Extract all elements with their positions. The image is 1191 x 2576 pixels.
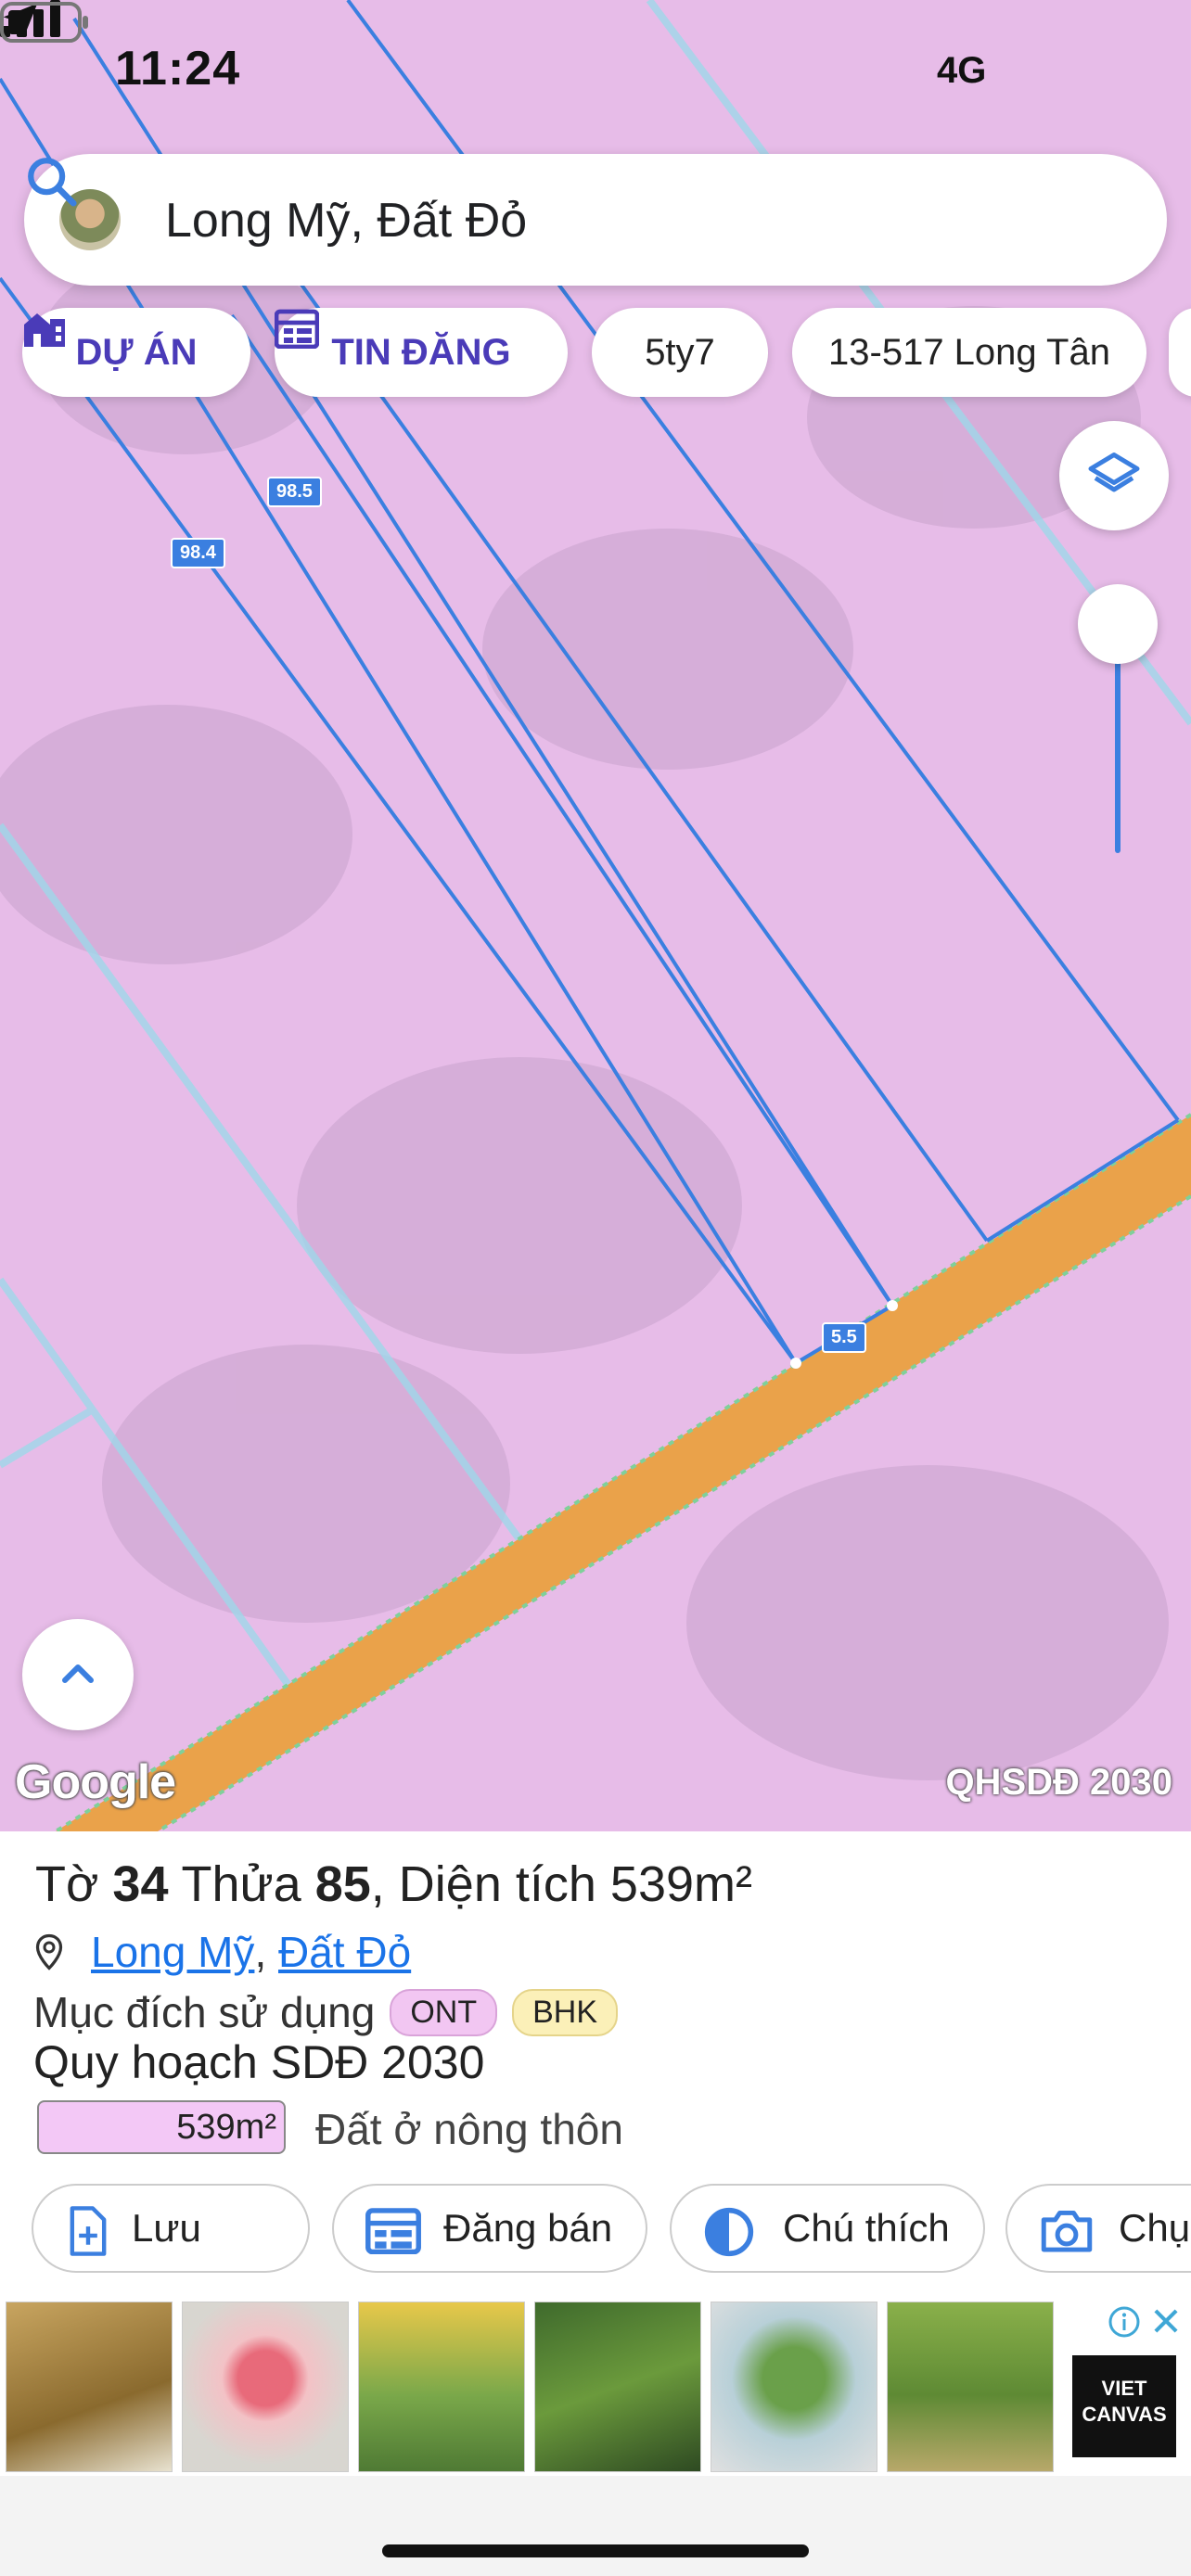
ad-painting-thumbnail[interactable]	[711, 2302, 877, 2472]
chip-du-an[interactable]: DỰ ÁN	[22, 308, 250, 397]
camera-icon	[1041, 2210, 1093, 2252]
ad-banner[interactable]: VIET CANVAS	[0, 2300, 1191, 2476]
ad-brand-logo[interactable]: VIET CANVAS	[1072, 2355, 1176, 2457]
ad-painting-thumbnail[interactable]	[6, 2302, 173, 2472]
map-view[interactable]: 98.5 98.4 5.5 11:24 4G Long Mỹ, Đất Đỏ D…	[0, 0, 1191, 1831]
capture-button[interactable]: Chụp	[1005, 2184, 1191, 2273]
expand-panel-button[interactable]	[22, 1619, 134, 1730]
plot-number: 85	[314, 1856, 371, 1912]
land-use-tag: BHK	[512, 1988, 619, 2036]
land-use-tag: ONT	[390, 1988, 498, 2036]
edge-length-label: 5.5	[822, 1322, 866, 1353]
bottom-safe-area	[0, 2476, 1191, 2576]
layers-icon	[1088, 453, 1140, 492]
layers-button[interactable]	[1059, 421, 1169, 530]
sheet-number: 34	[112, 1856, 169, 1912]
parcel-info-panel: Tờ 34 Thửa 85, Diện tích 539m² Long Mỹ, …	[0, 1831, 1191, 2300]
ad-close-icon[interactable]	[1148, 2303, 1184, 2339]
battery-icon	[0, 2, 88, 43]
chip-more[interactable]	[1169, 308, 1191, 397]
location-commune-link[interactable]: Long Mỹ	[91, 1927, 254, 1977]
network-type: 4G	[937, 50, 987, 91]
map-layer-label: QHSDĐ 2030	[945, 1762, 1172, 1803]
google-watermark: Google	[15, 1755, 176, 1809]
legend-button[interactable]: Chú thích	[670, 2184, 985, 2273]
ad-info-icon[interactable]	[1108, 2305, 1141, 2339]
status-bar: 11:24 4G	[0, 0, 1191, 139]
planning-title: Quy hoạch SDĐ 2030	[33, 2036, 485, 2088]
action-label: Chụp	[1119, 2206, 1191, 2250]
edge-length-label: 98.4	[171, 538, 225, 568]
chip-saved-search[interactable]: 13-517 Long Tân	[792, 308, 1146, 397]
search-input[interactable]: Long Mỹ, Đất Đỏ	[165, 193, 527, 249]
chevron-up-icon	[62, 1664, 94, 1683]
chip-label: 13-517 Long Tân	[828, 331, 1110, 373]
status-time: 11:24	[115, 42, 241, 96]
ad-painting-thumbnail[interactable]	[182, 2302, 349, 2472]
parcel-title: Tờ 34 Thửa 85, Diện tích 539m²	[35, 1856, 752, 1912]
home-indicator[interactable]	[382, 2544, 809, 2557]
opacity-slider-handle[interactable]	[1078, 584, 1158, 664]
chip-label: TIN ĐĂNG	[331, 331, 511, 373]
action-label: Lưu	[132, 2206, 201, 2250]
post-for-sale-button[interactable]: Đăng bán	[332, 2184, 647, 2273]
planning-area-swatch: 539m²	[37, 2100, 286, 2154]
building-icon	[24, 313, 65, 347]
parcel-location: Long Mỹ, Đất Đỏ	[35, 1924, 411, 1980]
ad-painting-thumbnail[interactable]	[358, 2302, 525, 2472]
map-pin-icon	[35, 1933, 63, 1970]
chip-label: DỰ ÁN	[75, 331, 198, 373]
planning-area-description: Đất ở nông thôn	[315, 2105, 623, 2153]
search-icon[interactable]	[24, 154, 78, 208]
post-icon	[365, 2208, 421, 2254]
listing-icon	[275, 309, 319, 349]
save-icon	[70, 2206, 107, 2256]
action-bar: Lưu Đăng bán Chú thích Chụ	[32, 2184, 1191, 2273]
action-label: Đăng bán	[443, 2206, 613, 2250]
filter-chips: DỰ ÁN TIN ĐĂNG 5ty7 13-517 Long Tân	[22, 308, 1191, 397]
ad-painting-thumbnail[interactable]	[887, 2302, 1054, 2472]
land-use-purpose: Mục đích sử dụng ONT BHK	[33, 1987, 619, 2037]
parcel-area: , Diện tích 539m²	[370, 1856, 752, 1912]
action-label: Chú thích	[783, 2206, 950, 2250]
edge-length-label: 98.5	[267, 477, 322, 507]
save-button[interactable]: Lưu	[32, 2184, 310, 2273]
legend-icon	[704, 2207, 754, 2257]
chip-saved-search[interactable]: 5ty7	[592, 308, 768, 397]
chip-label: 5ty7	[645, 331, 715, 373]
purpose-label: Mục đích sử dụng	[33, 1988, 376, 2036]
ad-painting-thumbnail[interactable]	[534, 2302, 701, 2472]
chip-tin-dang[interactable]: TIN ĐĂNG	[275, 308, 568, 397]
search-bar[interactable]: Long Mỹ, Đất Đỏ	[24, 154, 1167, 286]
location-district-link[interactable]: Đất Đỏ	[278, 1927, 411, 1977]
